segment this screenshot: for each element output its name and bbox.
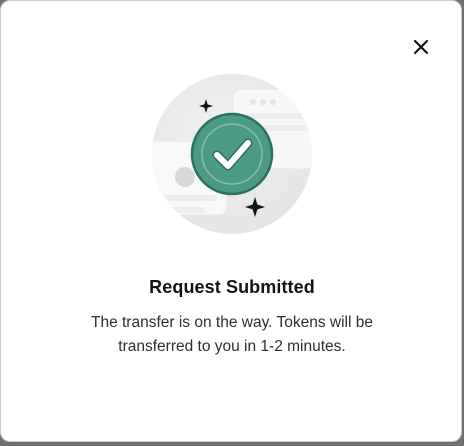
request-submitted-dialog: Request Submitted The transfer is on the… [0,0,462,442]
dialog-title: Request Submitted [149,277,315,297]
close-button[interactable] [409,35,433,59]
success-illustration [152,74,312,234]
dialog-message: The transfer is on the way. Tokens will … [90,314,373,355]
check-circle-icon [190,112,274,196]
close-icon [413,39,429,55]
